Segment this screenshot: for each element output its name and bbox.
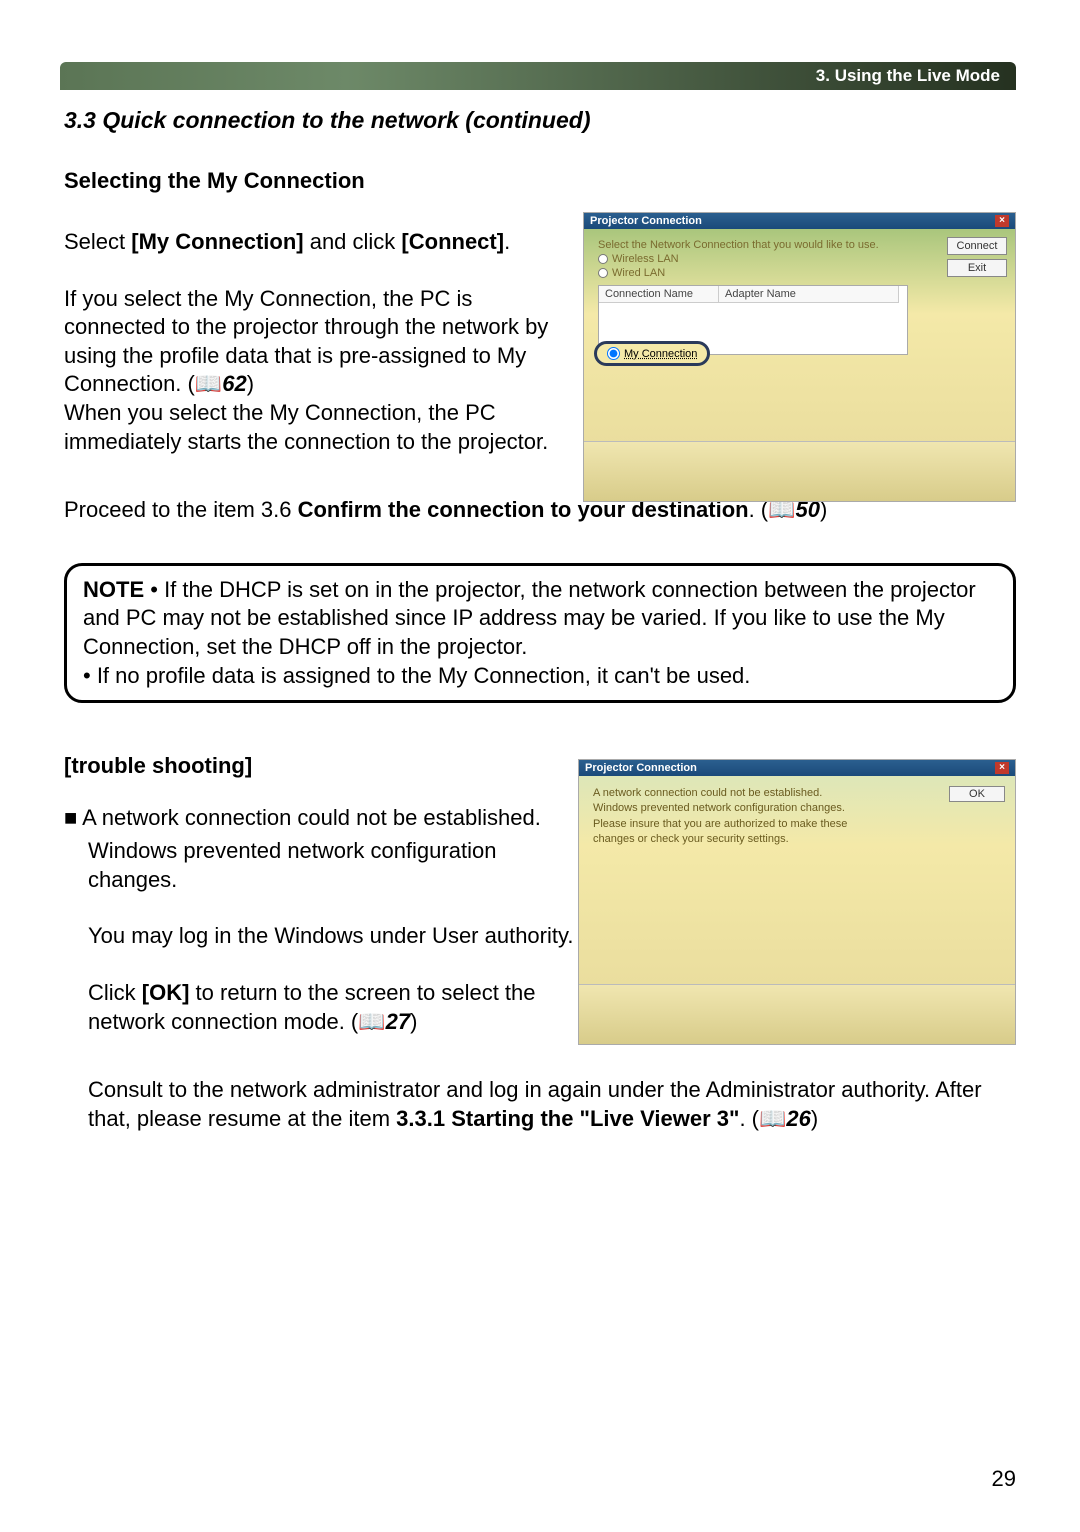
trouble-p3: Click [OK] to return to the screen to se… — [88, 979, 583, 1036]
note-bullet-1: • If the DHCP is set on in the projector… — [83, 577, 976, 659]
my-connection-label: [My Connection] — [131, 229, 303, 254]
dialog-instruction: Select the Network Connection that you w… — [598, 239, 1001, 251]
radio-label: Wireless LAN — [612, 253, 679, 265]
book-icon: 📖 — [759, 1106, 786, 1131]
radio-label: Wired LAN — [612, 267, 665, 279]
text-segment: ) — [811, 1106, 818, 1131]
ok-button[interactable]: OK — [949, 786, 1005, 802]
text-segment: and click — [304, 229, 402, 254]
dialog-title: Projector Connection — [585, 762, 697, 774]
page-ref: 27 — [386, 1009, 410, 1034]
col-adapter-name: Adapter Name — [719, 286, 899, 303]
error-line-4: changes or check your security settings. — [593, 832, 1001, 847]
page-number: 29 — [992, 1466, 1016, 1492]
header-bar: 3. Using the Live Mode — [60, 62, 1016, 90]
wireless-lan-radio[interactable]: Wireless LAN — [598, 253, 1001, 265]
page-content: 3.3 Quick connection to the network (con… — [64, 107, 1016, 1133]
note-box: NOTE • If the DHCP is set on in the proj… — [64, 563, 1016, 703]
text-segment: . ( — [739, 1106, 759, 1131]
radio-icon[interactable] — [598, 268, 608, 278]
starting-live-viewer-label: 3.3.1 Starting the "Live Viewer 3" — [396, 1106, 739, 1131]
error-line-1: A network connection could not be establ… — [593, 786, 1001, 801]
book-icon: 📖 — [358, 1009, 385, 1034]
dialog-statusbar — [579, 984, 1015, 1044]
book-icon: 📖 — [195, 371, 222, 396]
projector-connection-dialog: Projector Connection × Select the Networ… — [583, 212, 1016, 502]
section-title: 3.3 Quick connection to the network (con… — [64, 107, 1016, 134]
text-segment: Proceed to the item 3.6 — [64, 497, 298, 522]
trouble-p1: Windows prevented network configuration … — [88, 837, 583, 894]
note-bullet-2: • If no profile data is assigned to the … — [83, 663, 750, 688]
dialog-title: Projector Connection — [590, 215, 702, 227]
description-paragraph: If you select the My Connection, the PC … — [64, 285, 559, 457]
text-segment: Select — [64, 229, 131, 254]
text-segment: When you select the My Connection, the P… — [64, 400, 548, 454]
page-ref: 62 — [222, 371, 246, 396]
radio-icon[interactable] — [607, 347, 620, 360]
subsection-title: Selecting the My Connection — [64, 168, 1016, 194]
page-ref: 26 — [786, 1106, 810, 1131]
text-segment: ) — [247, 371, 254, 396]
dialog-statusbar — [584, 441, 1015, 501]
error-line-2: Windows prevented network configuration … — [593, 801, 1001, 816]
error-line-3: Please insure that you are authorized to… — [593, 817, 1001, 832]
text-segment: Click — [88, 980, 142, 1005]
my-connection-highlight: My Connection — [594, 341, 710, 366]
connect-label: [Connect] — [401, 229, 504, 254]
trouble-p2: You may log in the Windows under User au… — [88, 922, 583, 951]
my-connection-radio-label: My Connection — [624, 348, 697, 360]
trouble-p4: Consult to the network administrator and… — [88, 1076, 1016, 1133]
col-connection-name: Connection Name — [599, 286, 719, 303]
note-label: NOTE — [83, 577, 144, 602]
chapter-title: 3. Using the Live Mode — [816, 66, 1000, 86]
text-segment: ) — [410, 1009, 417, 1034]
text-segment: If you select the My Connection, the PC … — [64, 286, 548, 397]
radio-icon[interactable] — [598, 254, 608, 264]
exit-button[interactable]: Exit — [947, 259, 1007, 277]
close-icon[interactable]: × — [995, 762, 1009, 774]
connect-button[interactable]: Connect — [947, 237, 1007, 255]
error-dialog: Projector Connection × A network connect… — [578, 759, 1016, 1045]
close-icon[interactable]: × — [995, 215, 1009, 227]
dialog-titlebar: Projector Connection × — [579, 760, 1015, 776]
wired-lan-radio[interactable]: Wired LAN — [598, 267, 1001, 279]
ok-label: [OK] — [142, 980, 190, 1005]
text-segment: . — [504, 229, 510, 254]
dialog-titlebar: Projector Connection × — [584, 213, 1015, 229]
